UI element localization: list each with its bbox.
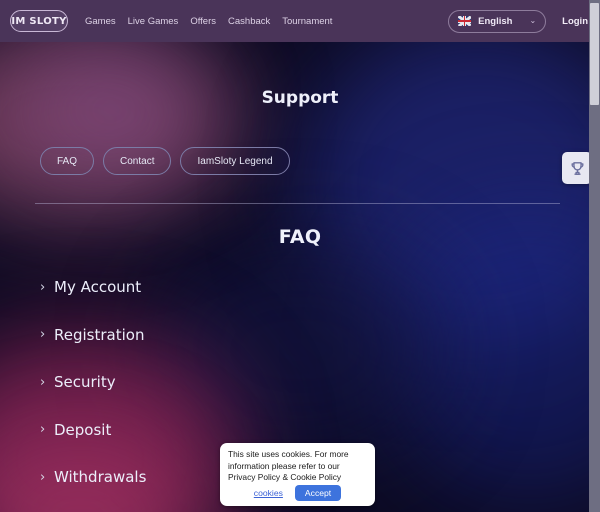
faq-item-registration[interactable]: › Registration bbox=[40, 320, 370, 350]
cookie-policy-link[interactable]: cookies bbox=[254, 488, 283, 498]
chevron-right-icon: › bbox=[40, 374, 46, 390]
faq-item-label: Registration bbox=[54, 325, 145, 344]
nav-item-live-games[interactable]: Live Games bbox=[128, 16, 179, 27]
chevron-right-icon: › bbox=[40, 279, 46, 295]
chevron-right-icon: › bbox=[40, 469, 46, 485]
site-logo-text: IM SLOTY bbox=[11, 15, 67, 27]
section-divider bbox=[35, 203, 560, 204]
nav-item-cashback[interactable]: Cashback bbox=[228, 16, 270, 27]
site-header: IM SLOTY Games Live Games Offers Cashbac… bbox=[0, 0, 600, 42]
chevron-right-icon: › bbox=[40, 422, 46, 437]
tab-iamsloty-legend[interactable]: IamSloty Legend bbox=[180, 147, 290, 175]
faq-item-security[interactable]: › Security bbox=[40, 367, 370, 397]
nav-item-games[interactable]: Games bbox=[85, 16, 116, 27]
page-title: Support bbox=[261, 88, 339, 108]
faq-item-label: Deposit bbox=[54, 420, 112, 439]
language-label: English bbox=[478, 15, 513, 27]
language-selector[interactable]: English ⌄ bbox=[448, 9, 547, 33]
login-button[interactable]: Login bbox=[562, 16, 588, 27]
tab-contact[interactable]: Contact bbox=[103, 147, 172, 175]
nav-item-offers[interactable]: Offers bbox=[190, 16, 216, 27]
tournament-side-tab[interactable] bbox=[562, 152, 592, 184]
main-navigation: Games Live Games Offers Cashback Tournam… bbox=[85, 16, 332, 27]
page-root: IM SLOTY Games Live Games Offers Cashbac… bbox=[0, 0, 600, 512]
faq-item-label: My Account bbox=[54, 278, 142, 296]
site-logo[interactable]: IM SLOTY bbox=[10, 10, 68, 32]
trophy-icon bbox=[569, 160, 586, 177]
cookie-accept-button[interactable]: Accept bbox=[294, 485, 342, 501]
header-right-group: English ⌄ Login bbox=[448, 9, 588, 33]
chevron-right-icon: › bbox=[40, 327, 46, 342]
tab-faq[interactable]: FAQ bbox=[40, 147, 95, 175]
cookie-consent-banner: This site uses cookies. For more informa… bbox=[220, 443, 375, 506]
cookie-actions: cookies Accept bbox=[228, 485, 367, 501]
faq-item-my-account[interactable]: › My Account bbox=[40, 272, 370, 302]
page-scrollbar-track[interactable] bbox=[589, 0, 600, 512]
faq-section-title: FAQ bbox=[278, 226, 322, 248]
nav-item-tournament[interactable]: Tournament bbox=[282, 16, 332, 27]
glow-top-left bbox=[0, 20, 240, 220]
uk-flag-icon bbox=[458, 16, 472, 26]
chevron-down-icon: ⌄ bbox=[529, 16, 537, 25]
faq-item-label: Security bbox=[54, 373, 116, 391]
page-scrollbar-thumb[interactable] bbox=[590, 3, 599, 105]
cookie-message: This site uses cookies. For more informa… bbox=[228, 449, 349, 483]
faq-item-deposit[interactable]: › Deposit bbox=[40, 415, 370, 445]
faq-item-label: Withdrawals bbox=[54, 468, 147, 486]
support-tabs: FAQ Contact IamSloty Legend bbox=[40, 147, 290, 175]
